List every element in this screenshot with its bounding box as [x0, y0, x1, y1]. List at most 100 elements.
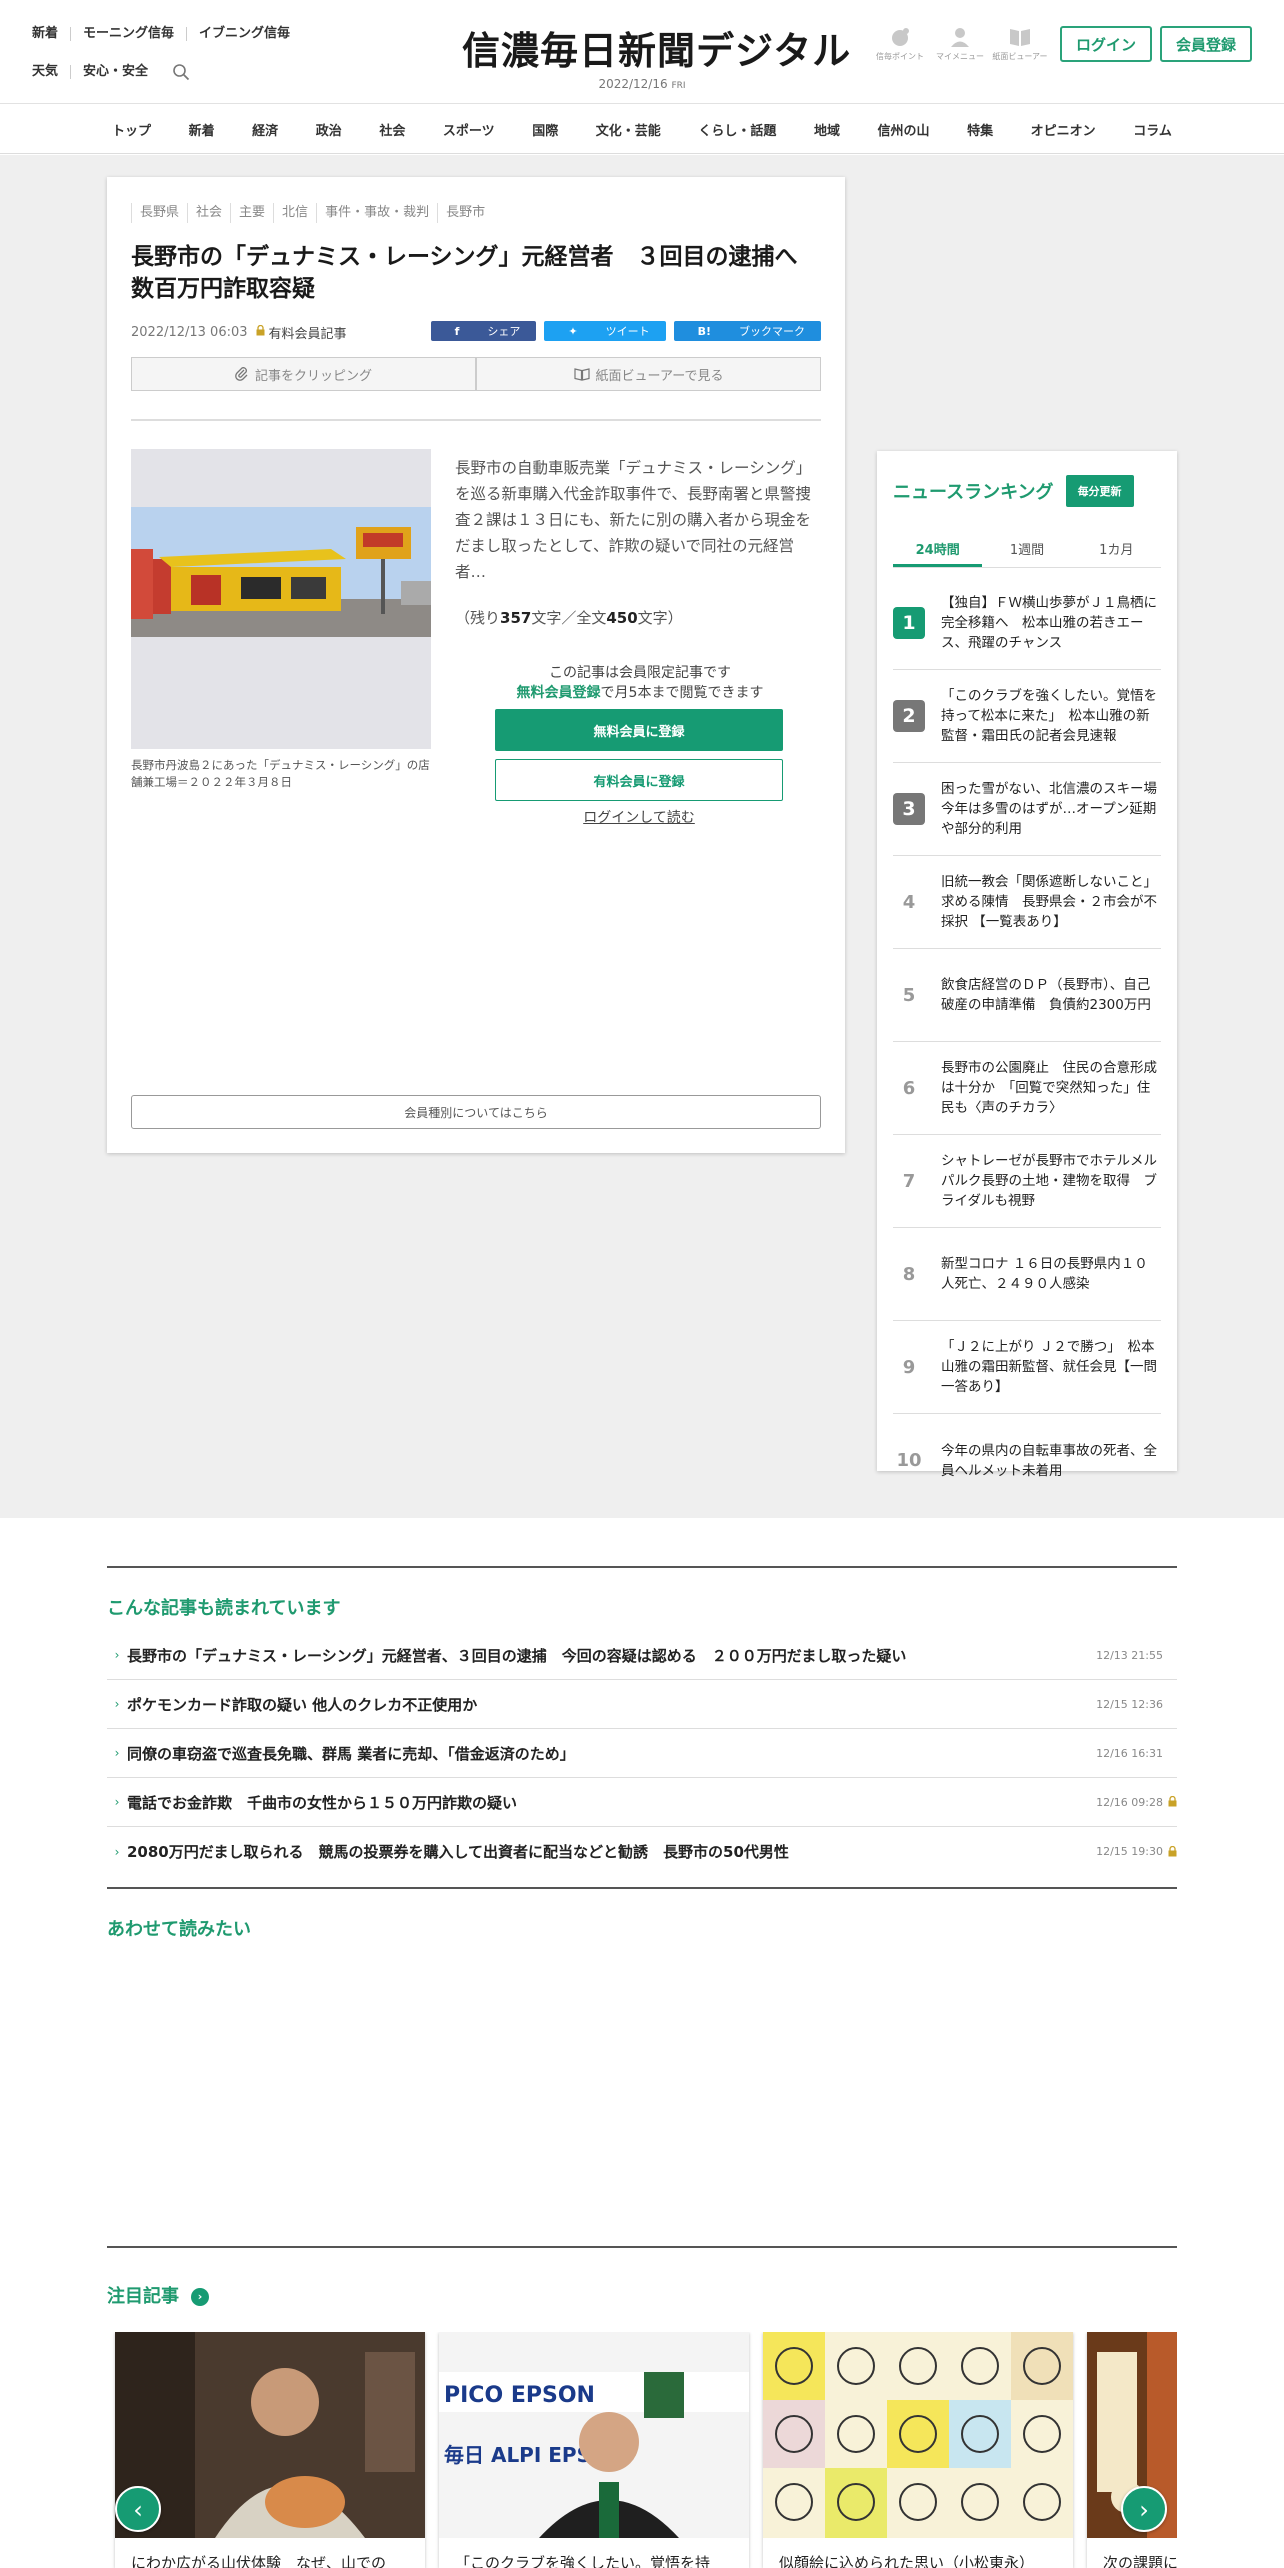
hatena-icon: B!: [697, 324, 711, 338]
nav-item-culture[interactable]: 文化・芸能: [596, 120, 661, 139]
paper-viewer-link[interactable]: 紙面ビューアーで見る: [476, 357, 821, 391]
header-link-morning[interactable]: モーニング信毎: [70, 27, 186, 41]
ranking-item[interactable]: 6 長野市の公園廃止 住民の合意形成は十分か 「回覧で突然知った」住民も〈声のチカ…: [893, 1042, 1161, 1135]
paperclip-icon: [235, 367, 248, 381]
ranking-item[interactable]: 4 旧統一教会「関係遮断しないこと」求める陳情 長野県会・２市会が不採択 【一覧表…: [893, 856, 1161, 949]
nav-item-region[interactable]: 地域: [814, 120, 840, 139]
ranking-item[interactable]: 9 「Ｊ２に上がり Ｊ２で勝つ」 松本山雅の霜田新監督、就任会見【一問一答あり】: [893, 1321, 1161, 1414]
header-link-new[interactable]: 新着: [32, 27, 70, 41]
lock-icon: [1163, 1793, 1177, 1811]
article-actions: 記事をクリッピング 紙面ビューアーで見る: [131, 357, 821, 391]
tab-1month[interactable]: 1カ月: [1072, 535, 1161, 567]
related-item[interactable]: › 長野市の「デュナミス・レーシング」元経営者、３回目の逮捕 今回の容疑は認める …: [107, 1631, 1177, 1680]
card-image: PICO EPSON毎日 ALPI EPSON: [439, 2332, 749, 2538]
tag-incidents[interactable]: 事件・事故・裁判: [316, 203, 437, 223]
article-meta: 2022/12/13 06:03 有料会員記事: [131, 323, 347, 342]
card-image: [115, 2332, 425, 2538]
paper-viewer-button[interactable]: 紙面ビューアー: [992, 26, 1048, 62]
attention-card[interactable]: 似顔絵に込められた思い（小松東永）: [763, 2332, 1073, 2568]
attention-title[interactable]: 注目記事 ›: [107, 2282, 209, 2308]
ranking-list: 1 【独自】ＦＷ横山歩夢がＪ１鳥栖に完全移籍へ 松本山雅の若きエース、飛躍のチャン…: [893, 577, 1171, 1507]
facebook-share-button[interactable]: f シェア: [430, 321, 537, 341]
login-button[interactable]: ログイン: [1059, 26, 1152, 62]
action-separator: [475, 363, 476, 385]
clip-article-button[interactable]: 記事をクリッピング: [131, 357, 476, 391]
attention-card[interactable]: にわか広がる山伏体験 なぜ、山での: [115, 2332, 425, 2568]
related-list: › 長野市の「デュナミス・レーシング」元経営者、３回目の逮捕 今回の容疑は認める …: [107, 1631, 1177, 1876]
carousel-prev-button[interactable]: ‹: [115, 2486, 161, 2532]
nav-item-world[interactable]: 国際: [532, 120, 558, 139]
photo-caption: 長野市丹波島２にあった「デュナミス・レーシング」の店舗兼工場＝２０２２年３月８日: [131, 758, 430, 789]
twitter-share-button[interactable]: ✦ ツイート: [544, 321, 666, 341]
twitter-icon: ✦: [568, 324, 578, 338]
nav-item-features[interactable]: 特集: [967, 120, 993, 139]
article-title: 長野市の「デュナミス・レーシング」元経営者 ３回目の逮捕へ 数百万円詐取容疑: [131, 244, 821, 302]
hatena-bookmark-button[interactable]: B! ブックマーク: [673, 321, 821, 341]
carousel-next-button[interactable]: ›: [1121, 2486, 1167, 2532]
open-book-icon: [573, 368, 590, 381]
tab-24h[interactable]: 24時間: [893, 535, 983, 567]
nav-item-society[interactable]: 社会: [379, 120, 405, 139]
related-item[interactable]: › ポケモンカード詐取の疑い 他人のクレカ不正使用か 12/15 12:36: [107, 1680, 1177, 1729]
tab-1week[interactable]: 1週間: [982, 535, 1071, 567]
chevron-right-icon: ›: [114, 1697, 120, 1711]
register-free-button[interactable]: 無料会員に登録: [495, 709, 783, 751]
chevron-right-icon: ›: [114, 1648, 120, 1662]
nav-item-top[interactable]: トップ: [112, 120, 151, 139]
nav-item-life[interactable]: くらし・話題: [698, 120, 776, 139]
facebook-icon: f: [454, 324, 460, 338]
nav-item-economy[interactable]: 経済: [252, 120, 278, 139]
nav-item-politics[interactable]: 政治: [316, 120, 342, 139]
article-card: 長野県 社会 主要 北信 事件・事故・裁判 長野市 長野市の「デュナミス・レーシ…: [107, 177, 845, 1153]
ranking-item[interactable]: 3 困った雪がない、北信濃のスキー場 今年は多雪のはずが…オープン延期や部分的利用: [893, 763, 1171, 856]
header-link-safety[interactable]: 安心・安全: [70, 65, 160, 79]
header-date: 2022/12/16 FRI: [598, 77, 686, 91]
ranking-item[interactable]: 1 【独自】ＦＷ横山歩夢がＪ１鳥栖に完全移籍へ 松本山雅の若きエース、飛躍のチャン…: [893, 577, 1161, 670]
svg-text:PICO EPSON: PICO EPSON: [444, 2383, 595, 2408]
ranking-title: ニュースランキング: [893, 482, 1054, 503]
search-icon[interactable]: [172, 63, 190, 81]
header-links: 新着 モーニング信毎 イブニング信毎 天気 安心・安全: [32, 22, 302, 98]
section-rule: [107, 1887, 1177, 1889]
member-types-button[interactable]: 会員種別についてはこちら: [131, 1095, 821, 1129]
site-logo[interactable]: 信濃毎日新聞デジタル 2022/12/16 FRI: [462, 20, 850, 91]
login-to-read-link[interactable]: ログインして読む: [495, 807, 783, 827]
tag-nagano-pref[interactable]: 長野県: [131, 203, 187, 223]
nav-item-column[interactable]: コラム: [1133, 120, 1172, 139]
related-title: こんな記事も読まれています: [107, 1598, 341, 1619]
article-divider: [131, 419, 821, 421]
also-read-title: あわせて読みたい: [107, 1919, 251, 1940]
ranking-item[interactable]: 10 今年の県内の自転車事故の死者、全員ヘルメット未着用: [893, 1414, 1161, 1507]
article-tags: 長野県 社会 主要 北信 事件・事故・裁判 長野市: [131, 203, 493, 223]
my-menu-button[interactable]: マイメニュー: [932, 26, 988, 62]
ranking-item[interactable]: 5 飲食店経営のＤＰ（長野市）、自己破産の申請準備 負債約2300万円: [893, 949, 1161, 1042]
nav-item-sports[interactable]: スポーツ: [443, 120, 495, 139]
related-item[interactable]: › 同僚の車窃盗で巡査長免職、群馬 業者に売却、「借金返済のため」 12/16 16…: [107, 1729, 1177, 1778]
header-link-weather[interactable]: 天気: [32, 65, 70, 79]
tag-nagano-city[interactable]: 長野市: [437, 203, 493, 223]
attention-card[interactable]: PICO EPSON 毎日 ALPI EPSON 「このクラブを強くしたい。覚悟を…: [439, 2332, 749, 2568]
ranking-item[interactable]: 8 新型コロナ １６日の長野県内１０人死亡、２４９０人感染: [893, 1228, 1161, 1321]
free-register-link[interactable]: 無料会員登録: [517, 685, 601, 701]
tag-main[interactable]: 主要: [230, 203, 273, 223]
nav-item-new[interactable]: 新着: [189, 120, 215, 139]
related-item[interactable]: › 2080万円だまし取られる 競馬の投票券を購入して出資者に配当などと勧誘 長野…: [107, 1827, 1177, 1876]
register-paid-button[interactable]: 有料会員に登録: [495, 759, 783, 801]
tag-hokushin[interactable]: 北信: [273, 203, 316, 223]
point-button[interactable]: 信毎ポイント: [872, 26, 928, 62]
article-photo[interactable]: [131, 449, 431, 749]
point-icon: [891, 28, 909, 46]
ranking-update-badge: 毎分更新: [1065, 475, 1134, 507]
section-rule: [107, 1566, 1177, 1568]
nav-item-opinion[interactable]: オピニオン: [1031, 120, 1096, 139]
related-item[interactable]: › 電話でお金詐欺 千曲市の女性から１５０万円詐欺の疑い 12/16 09:28: [107, 1778, 1177, 1827]
header-link-evening[interactable]: イブニング信毎: [186, 27, 302, 41]
register-button[interactable]: 会員登録: [1159, 26, 1252, 62]
lock-icon: [1163, 1843, 1177, 1861]
attention-card[interactable]: 次の課題に: [1087, 2332, 1177, 2568]
tag-society[interactable]: 社会: [187, 203, 230, 223]
ranking-item[interactable]: 2 「このクラブを強くしたい。覚悟を持って松本に来た」 松本山雅の新監督・霜田氏の…: [893, 670, 1161, 763]
ranking-item[interactable]: 7 シャトレーゼが長野市でホテルメルパルク長野の土地・建物を取得 ブライダルも視野: [893, 1135, 1161, 1228]
nav-item-mountains[interactable]: 信州の山: [878, 120, 930, 139]
header-actions: 信毎ポイント マイメニュー 紙面ビューアー ログイン 会員登録: [872, 26, 1252, 62]
